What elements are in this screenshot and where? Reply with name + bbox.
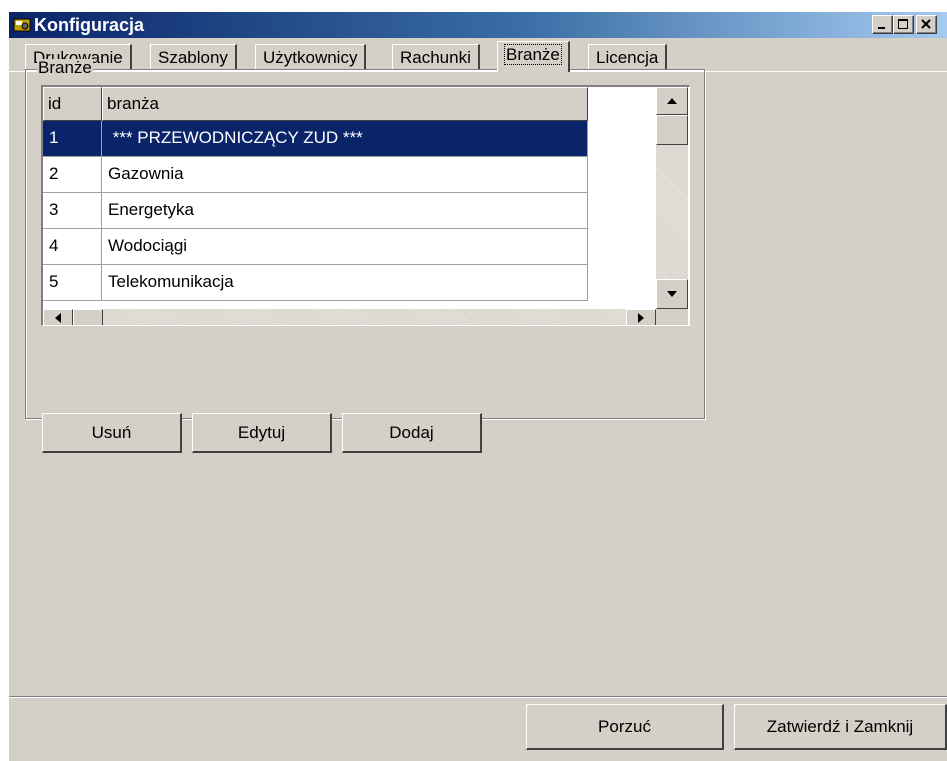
- app-config-icon: [13, 16, 31, 34]
- cell-id: 1: [43, 121, 102, 157]
- tab-licencja[interactable]: Licencja: [588, 44, 668, 71]
- arrow-up-icon: [666, 97, 678, 105]
- horizontal-scrollbar[interactable]: [43, 309, 656, 325]
- delete-button[interactable]: Usuń: [42, 413, 182, 453]
- table-row[interactable]: 2 Gazownia: [43, 157, 588, 193]
- table-row[interactable]: 1 *** PRZEWODNICZĄCY ZUD ***: [43, 121, 588, 157]
- arrow-right-icon: [637, 312, 645, 324]
- maximize-icon: [894, 16, 913, 33]
- edit-button[interactable]: Edytuj: [192, 413, 332, 453]
- arrow-down-icon: [666, 290, 678, 298]
- minimize-button[interactable]: [872, 15, 893, 34]
- title-bar[interactable]: Konfiguracja: [9, 12, 947, 38]
- tab-uzytkownicy[interactable]: Użytkownicy: [255, 44, 367, 71]
- scroll-left-button[interactable]: [43, 309, 73, 325]
- table-row[interactable]: 5 Telekomunikacja: [43, 265, 588, 301]
- arrow-left-icon: [54, 312, 62, 324]
- cell-id: 2: [43, 157, 102, 193]
- config-window: Konfiguracja Drukowanie Szablony Użytkow…: [9, 12, 947, 761]
- tab-strip: Drukowanie Szablony Użytkownicy Rachunki…: [9, 41, 947, 72]
- close-button[interactable]: [916, 15, 937, 34]
- scroll-thumb[interactable]: [656, 115, 688, 145]
- column-header-branza[interactable]: branża: [102, 87, 588, 121]
- hscroll-thumb[interactable]: [73, 309, 103, 325]
- cancel-button[interactable]: Porzuć: [526, 704, 724, 750]
- cell-branza: Gazownia: [102, 157, 588, 193]
- table-row[interactable]: 4 Wodociągi: [43, 229, 588, 265]
- window-title: Konfiguracja: [34, 15, 145, 35]
- cell-id: 4: [43, 229, 102, 265]
- tab-branze[interactable]: Branże: [497, 41, 570, 72]
- group-label: Branże: [37, 58, 93, 77]
- minimize-icon: [873, 16, 892, 33]
- cell-id: 3: [43, 193, 102, 229]
- cell-id: 5: [43, 265, 102, 301]
- confirm-close-button[interactable]: Zatwierdź i Zamknij: [734, 704, 947, 750]
- cell-branza: Wodociągi: [102, 229, 588, 265]
- vertical-scrollbar[interactable]: [656, 87, 688, 310]
- tab-szablony[interactable]: Szablony: [150, 44, 237, 71]
- add-button[interactable]: Dodaj: [342, 413, 482, 453]
- scroll-right-button[interactable]: [626, 309, 656, 325]
- branze-grid[interactable]: id branża 1 *** PRZEWODNICZĄCY ZUD *** 2…: [41, 85, 690, 326]
- maximize-button[interactable]: [893, 15, 914, 34]
- close-icon: [917, 16, 936, 33]
- scroll-corner: [656, 309, 688, 325]
- cell-branza: *** PRZEWODNICZĄCY ZUD ***: [102, 121, 588, 157]
- cell-branza: Telekomunikacja: [102, 265, 588, 301]
- tab-rachunki[interactable]: Rachunki: [392, 44, 480, 71]
- scroll-up-button[interactable]: [656, 87, 688, 115]
- scroll-down-button[interactable]: [656, 279, 688, 309]
- cell-branza: Energetyka: [102, 193, 588, 229]
- table-row[interactable]: 3 Energetyka: [43, 193, 588, 229]
- column-header-id[interactable]: id: [43, 87, 102, 121]
